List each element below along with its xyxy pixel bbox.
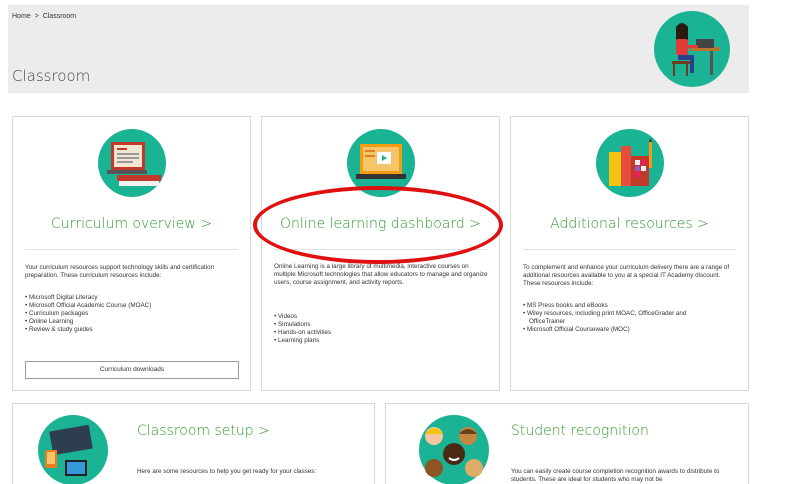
list-item: Microsoft Official Academic Course (MOAC…: [25, 302, 151, 310]
classroom-setup-intro: Here are some resources to help you get …: [137, 468, 317, 475]
curriculum-downloads-button[interactable]: Curriculum downloads: [25, 361, 239, 379]
list-item: Simulations: [274, 321, 331, 329]
student-recognition-title[interactable]: Student recognition: [511, 423, 748, 439]
list-item: Hands-on activities: [274, 329, 331, 337]
students-faces-icon: [419, 415, 489, 484]
additional-resources-intro: To complement and enhance your curriculu…: [523, 264, 730, 287]
card-divider: [274, 249, 487, 250]
card-divider: [25, 249, 238, 250]
list-item: Curriculum packages: [25, 310, 151, 318]
list-item: Learning plans: [274, 337, 331, 345]
devices-icon: [38, 415, 108, 484]
online-learning-card: Online learning dashboard > Online Learn…: [261, 116, 500, 391]
list-item: Videos: [274, 313, 331, 321]
online-learning-intro: Online Learning is a large library of mu…: [274, 263, 488, 286]
page-header: Home > Classroom Classroom: [8, 5, 749, 93]
online-learning-dashboard-link[interactable]: Online learning dashboard >: [262, 216, 499, 232]
additional-resources-link[interactable]: Additional resources >: [511, 216, 748, 232]
additional-resources-list: MS Press books and eBooks Wiley resource…: [523, 302, 686, 334]
breadcrumb-separator: >: [34, 13, 39, 20]
curriculum-intro: Your curriculum resources support techno…: [25, 264, 215, 279]
list-item: MS Press books and eBooks: [523, 302, 686, 310]
page-title: Classroom: [12, 67, 91, 85]
classroom-setup-link[interactable]: Classroom setup >: [137, 423, 374, 439]
student-recognition-card: Student recognition You can easily creat…: [385, 403, 749, 484]
curriculum-card: Curriculum overview > Your curriculum re…: [12, 116, 251, 391]
breadcrumb: Home > Classroom: [12, 13, 78, 20]
online-learning-list: Videos Simulations Hands-on activities L…: [274, 313, 331, 345]
breadcrumb-current: Classroom: [42, 13, 77, 20]
student-recognition-intro: You can easily create course completion …: [511, 468, 720, 483]
list-item: Wiley resources, including print MOAC, O…: [523, 310, 686, 318]
list-item: Review & study guides: [25, 326, 151, 334]
student-at-desk-icon: [654, 11, 730, 87]
list-item: OfficeTrainer: [529, 318, 566, 325]
laptop-books-icon: [98, 129, 166, 197]
curriculum-list: Microsoft Digital Literacy Microsoft Off…: [25, 294, 151, 334]
books-stack-icon: [596, 129, 664, 197]
breadcrumb-home-link[interactable]: Home: [12, 13, 31, 20]
classroom-setup-card: Classroom setup > Here are some resource…: [12, 403, 375, 484]
card-divider: [523, 249, 736, 250]
list-item: Microsoft Official Courseware (MOC): [523, 326, 686, 334]
additional-resources-card: Additional resources > To complement and…: [510, 116, 749, 391]
list-item: Microsoft Digital Literacy: [25, 294, 151, 302]
laptop-video-icon: [347, 129, 415, 197]
curriculum-overview-link[interactable]: Curriculum overview >: [13, 216, 250, 232]
list-item: Online Learning: [25, 318, 151, 326]
